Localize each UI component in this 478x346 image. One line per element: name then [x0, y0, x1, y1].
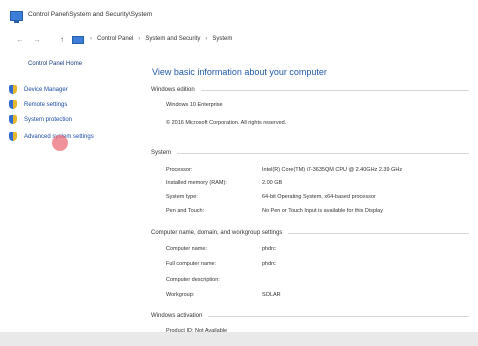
memory-value: 2.00 GB	[262, 180, 283, 186]
sidebar-item-control-panel-home[interactable]: Control Panel Home	[28, 61, 82, 67]
section-heading: Windows activation	[151, 313, 203, 319]
breadcrumb-separator: ›	[90, 36, 92, 42]
sidebar-item-label: System protection	[24, 116, 73, 123]
sidebar: Control Panel Home Device Manager Remote…	[0, 50, 140, 346]
main-panel: View basic information about your comput…	[146, 50, 474, 346]
sidebar-item-remote-settings[interactable]: Remote settings	[9, 100, 67, 109]
workgroup-label: Workgroup:	[166, 292, 195, 298]
system-type-value: 64-bit Operating System, x64-based proce…	[262, 194, 376, 200]
full-computer-name-label: Full computer name:	[166, 261, 217, 267]
section-heading: Computer name, domain, and workgroup set…	[151, 230, 283, 236]
back-icon[interactable]: ←	[16, 35, 24, 44]
system-window-icon	[10, 11, 23, 23]
shield-icon	[9, 100, 17, 109]
breadcrumb-control-panel[interactable]: Control Panel	[97, 36, 133, 42]
section-system: System	[151, 150, 469, 156]
breadcrumb-system-and-security[interactable]: System and Security	[145, 36, 200, 42]
pen-touch-value: No Pen or Touch Input is available for t…	[262, 208, 383, 214]
sidebar-item-label: Device Manager	[24, 86, 68, 93]
section-heading: System	[151, 150, 172, 156]
address-bar: ← → ↑ › Control Panel › System and Secur…	[0, 31, 478, 49]
breadcrumb-system[interactable]: System	[212, 36, 232, 42]
processor-label: Processor:	[166, 167, 193, 173]
memory-label: Installed memory (RAM):	[166, 180, 227, 186]
processor-value: Intel(R) Core(TM) i7-3635QM CPU @ 2.40GH…	[262, 167, 403, 173]
section-windows-edition: Windows edition	[151, 87, 469, 93]
shield-icon	[9, 132, 17, 141]
computer-description-label: Computer description:	[166, 277, 220, 283]
section-computer-name: Computer name, domain, and workgroup set…	[151, 230, 469, 236]
copyright-text: © 2016 Microsoft Corporation. All rights…	[166, 120, 287, 126]
shield-icon	[9, 115, 17, 124]
window-title: Control Panel\System and Security\System	[28, 11, 153, 18]
divider	[200, 89, 469, 91]
control-panel-icon	[72, 36, 84, 44]
section-windows-activation: Windows activation	[151, 313, 469, 319]
divider	[177, 152, 469, 154]
sidebar-item-system-protection[interactable]: System protection	[9, 115, 72, 124]
section-heading: Windows edition	[151, 87, 195, 93]
forward-icon[interactable]: →	[33, 35, 41, 44]
computer-name-value: phdrc	[262, 246, 276, 252]
breadcrumb-separator: ›	[205, 36, 208, 42]
full-computer-name-value: phdrc	[262, 261, 276, 267]
shield-icon	[9, 85, 17, 94]
edition-name: Windows 10 Enterprise	[166, 102, 223, 108]
page-title: View basic information about your comput…	[152, 67, 327, 77]
sidebar-item-device-manager[interactable]: Device Manager	[9, 85, 68, 94]
workgroup-value: SOLAR	[262, 292, 281, 298]
breadcrumb-separator: ›	[138, 36, 141, 42]
breadcrumb: › Control Panel › System and Security › …	[90, 36, 232, 42]
sidebar-item-advanced-system-settings[interactable]: Advanced system settings	[9, 132, 94, 141]
system-type-label: System type:	[166, 194, 198, 200]
divider	[288, 232, 469, 234]
divider	[208, 315, 469, 317]
title-bar: Control Panel\System and Security\System	[0, 0, 478, 30]
click-indicator	[52, 135, 68, 151]
up-icon[interactable]: ↑	[60, 35, 64, 44]
computer-name-label: Computer name:	[166, 246, 207, 252]
pen-touch-label: Pen and Touch:	[166, 208, 205, 214]
bottom-shade	[0, 332, 478, 346]
sidebar-item-label: Remote settings	[24, 101, 68, 108]
